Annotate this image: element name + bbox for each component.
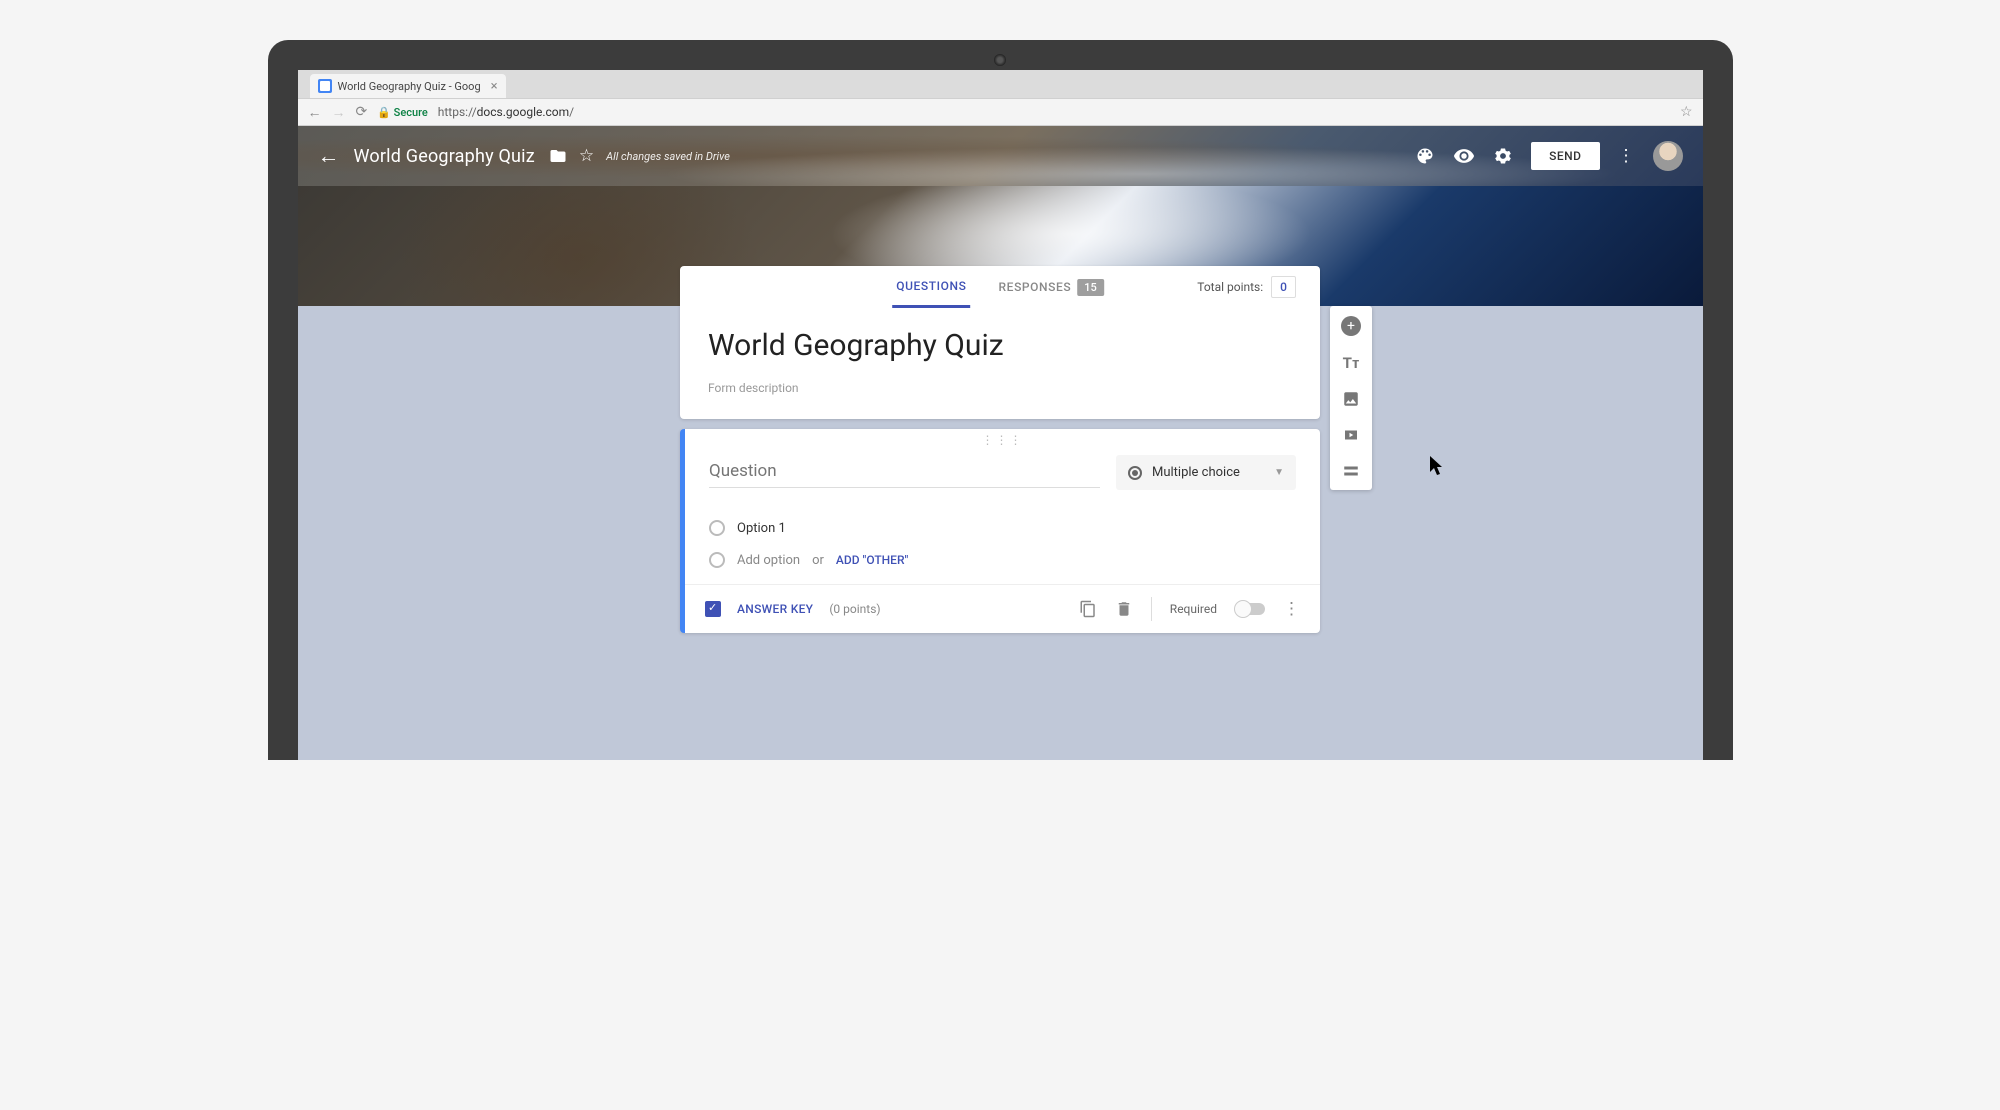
forms-body: QUESTIONS RESPONSES 15 Total points: 0 — [298, 306, 1703, 760]
question-card[interactable]: ⋮⋮⋮ Multiple choice ▼ — [680, 429, 1320, 633]
more-vert-icon[interactable]: ⋮ — [1283, 599, 1300, 619]
tabs-row: QUESTIONS RESPONSES 15 Total points: 0 — [680, 266, 1320, 308]
option-radio-icon — [709, 552, 725, 568]
question-type-label: Multiple choice — [1152, 465, 1240, 480]
points-text: (0 points) — [829, 602, 880, 616]
star-icon[interactable]: ☆ — [579, 146, 594, 166]
radio-icon — [1128, 466, 1142, 480]
delete-trash-icon[interactable] — [1115, 600, 1133, 618]
checkbox-icon[interactable] — [705, 601, 721, 617]
user-avatar[interactable] — [1653, 141, 1683, 171]
add-question-icon[interactable]: + — [1341, 316, 1361, 336]
save-status: All changes saved in Drive — [606, 150, 730, 163]
add-image-icon[interactable] — [1342, 390, 1360, 408]
settings-gear-icon[interactable] — [1493, 146, 1513, 166]
total-points: Total points: 0 — [1197, 276, 1296, 298]
option-radio-icon — [709, 520, 725, 536]
or-text: or — [812, 553, 824, 568]
address-bar: ← → ⟳ 🔒 Secure https://docs.google.com/ … — [298, 98, 1703, 126]
divider — [1151, 597, 1152, 621]
add-section-icon[interactable] — [1342, 462, 1360, 480]
browser-tab-strip: World Geography Quiz - Goog × — [298, 70, 1703, 98]
required-toggle[interactable] — [1235, 603, 1265, 615]
google-forms-favicon — [318, 79, 332, 93]
copy-icon[interactable] — [1079, 600, 1097, 618]
preview-eye-icon[interactable] — [1453, 145, 1475, 167]
title-card: QUESTIONS RESPONSES 15 Total points: 0 — [680, 266, 1320, 419]
drag-handle-icon[interactable]: ⋮⋮⋮ — [685, 429, 1320, 447]
forward-icon[interactable]: → — [332, 104, 346, 121]
palette-icon[interactable] — [1415, 146, 1435, 166]
reload-icon[interactable]: ⟳ — [356, 104, 368, 120]
add-other-button[interactable]: ADD "OTHER" — [836, 553, 908, 567]
browser-tab[interactable]: World Geography Quiz - Goog × — [310, 74, 506, 98]
option-row[interactable]: Option 1 — [709, 512, 1296, 544]
webcam — [994, 54, 1006, 66]
form-cards: QUESTIONS RESPONSES 15 Total points: 0 — [680, 266, 1320, 643]
add-option-row: Add option or ADD "OTHER" — [709, 544, 1296, 576]
bookmark-star-icon[interactable]: ☆ — [1680, 104, 1693, 120]
required-label: Required — [1170, 602, 1217, 616]
footer-right: Required ⋮ — [1079, 597, 1300, 621]
question-left — [709, 455, 1100, 488]
folder-icon[interactable] — [549, 147, 567, 165]
side-toolbar: + Tᴛ — [1330, 306, 1372, 490]
title-section: World Geography Quiz Form description — [680, 308, 1320, 419]
send-button[interactable]: SEND — [1531, 142, 1599, 170]
close-tab-icon[interactable]: × — [491, 79, 498, 94]
question-input[interactable] — [709, 455, 1100, 488]
more-vert-icon[interactable]: ⋮ — [1618, 146, 1635, 166]
question-footer: ANSWER KEY (0 points) Required — [685, 584, 1320, 633]
forms-header: ← World Geography Quiz ☆ All changes sav… — [298, 126, 1703, 186]
laptop-frame: World Geography Quiz - Goog × ← → ⟳ 🔒 Se… — [268, 40, 1733, 760]
chevron-down-icon: ▼ — [1274, 467, 1284, 478]
answer-key-button[interactable]: ANSWER KEY — [737, 602, 813, 616]
options-list: Option 1 Add option or ADD "OTHER" — [685, 502, 1320, 584]
add-option-text[interactable]: Add option — [737, 553, 800, 568]
responses-count-badge: 15 — [1077, 279, 1104, 296]
back-icon[interactable]: ← — [308, 104, 322, 121]
tab-title: World Geography Quiz - Goog — [338, 80, 481, 93]
back-arrow-icon[interactable]: ← — [318, 143, 340, 169]
question-type-dropdown[interactable]: Multiple choice ▼ — [1116, 455, 1296, 490]
form-title[interactable]: World Geography Quiz — [708, 328, 1292, 363]
add-video-icon[interactable] — [1342, 426, 1360, 444]
total-points-label: Total points: — [1197, 280, 1263, 294]
option-label[interactable]: Option 1 — [737, 521, 786, 536]
question-body: Multiple choice ▼ — [685, 447, 1320, 502]
url-display[interactable]: https://docs.google.com/ — [438, 105, 574, 119]
add-title-icon[interactable]: Tᴛ — [1343, 354, 1360, 372]
secure-lock-icon[interactable]: 🔒 Secure — [377, 106, 428, 119]
total-points-value[interactable]: 0 — [1271, 276, 1296, 298]
tabs-center: QUESTIONS RESPONSES 15 — [892, 266, 1108, 308]
tab-responses[interactable]: RESPONSES 15 — [995, 266, 1108, 308]
screen: World Geography Quiz - Goog × ← → ⟳ 🔒 Se… — [298, 70, 1703, 760]
cursor-icon — [1430, 456, 1446, 476]
header-right: SEND ⋮ — [1415, 141, 1682, 171]
form-title-header[interactable]: World Geography Quiz — [354, 146, 535, 167]
tab-questions[interactable]: QUESTIONS — [892, 266, 970, 308]
form-description[interactable]: Form description — [708, 381, 1292, 395]
